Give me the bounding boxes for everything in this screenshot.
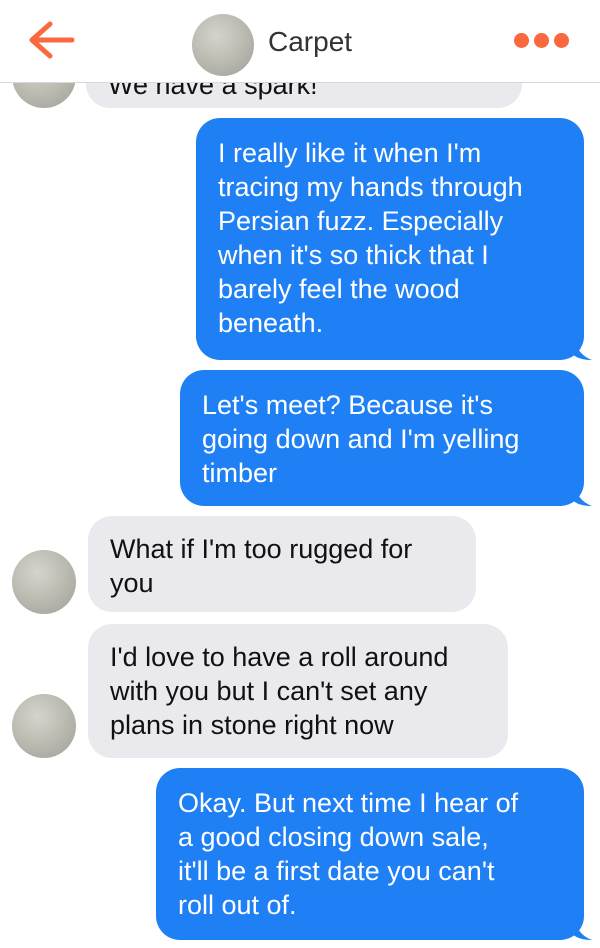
more-dots-icon (534, 32, 549, 48)
message-bubble-outgoing: Okay. But next time I hear of a good clo… (156, 768, 584, 940)
message-line: with you but I can't set any (110, 676, 428, 706)
message-line: Okay. But next time I hear of (178, 788, 519, 818)
message-bubble-outgoing: I really like it when I'm tracing my han… (196, 118, 584, 360)
message-line: going down and I'm yelling (202, 424, 520, 454)
message-bubble-incoming: What if I'm too rugged for you (88, 516, 476, 612)
message-line: Persian fuzz. Especially (218, 206, 504, 236)
bubble-tail (570, 336, 592, 360)
message-line: I'd love to have a roll around (110, 642, 449, 672)
message-line: plans in stone right now (110, 710, 394, 740)
message-line: I really like it when I'm (218, 138, 482, 168)
message-bubble-incoming: I'd love to have a roll around with you … (88, 624, 508, 758)
message-line: beneath. (218, 308, 324, 338)
bubble-tail (570, 482, 592, 506)
message-line: it'll be a first date you can't (178, 856, 495, 886)
message-line: tracing my hands through (218, 172, 523, 202)
chat-screen: We have a spark! I really like it when I… (0, 0, 600, 948)
message-line: roll out of. (178, 890, 297, 920)
message-bubble-outgoing: Let's meet? Because it's going down and … (180, 370, 584, 506)
more-options-button[interactable] (514, 30, 572, 50)
chat-header: Carpet (0, 0, 600, 83)
more-dots-icon (514, 32, 529, 48)
message-line: barely feel the wood (218, 274, 460, 304)
bubble-tail (570, 916, 592, 940)
message-line: Let's meet? Because it's (202, 390, 493, 420)
header-avatar[interactable] (192, 14, 254, 76)
back-button[interactable] (26, 20, 76, 60)
contact-name[interactable]: Carpet (268, 24, 352, 60)
message-line: What if I'm too rugged for (110, 534, 413, 564)
message-line: timber (202, 458, 278, 488)
arrow-left-icon (29, 21, 75, 59)
contact-avatar[interactable] (12, 550, 76, 614)
more-dots-icon (554, 32, 569, 48)
contact-avatar[interactable] (12, 694, 76, 758)
message-line: when it's so thick that I (218, 240, 489, 270)
message-line: you (110, 568, 154, 598)
message-line: a good closing down sale, (178, 822, 489, 852)
